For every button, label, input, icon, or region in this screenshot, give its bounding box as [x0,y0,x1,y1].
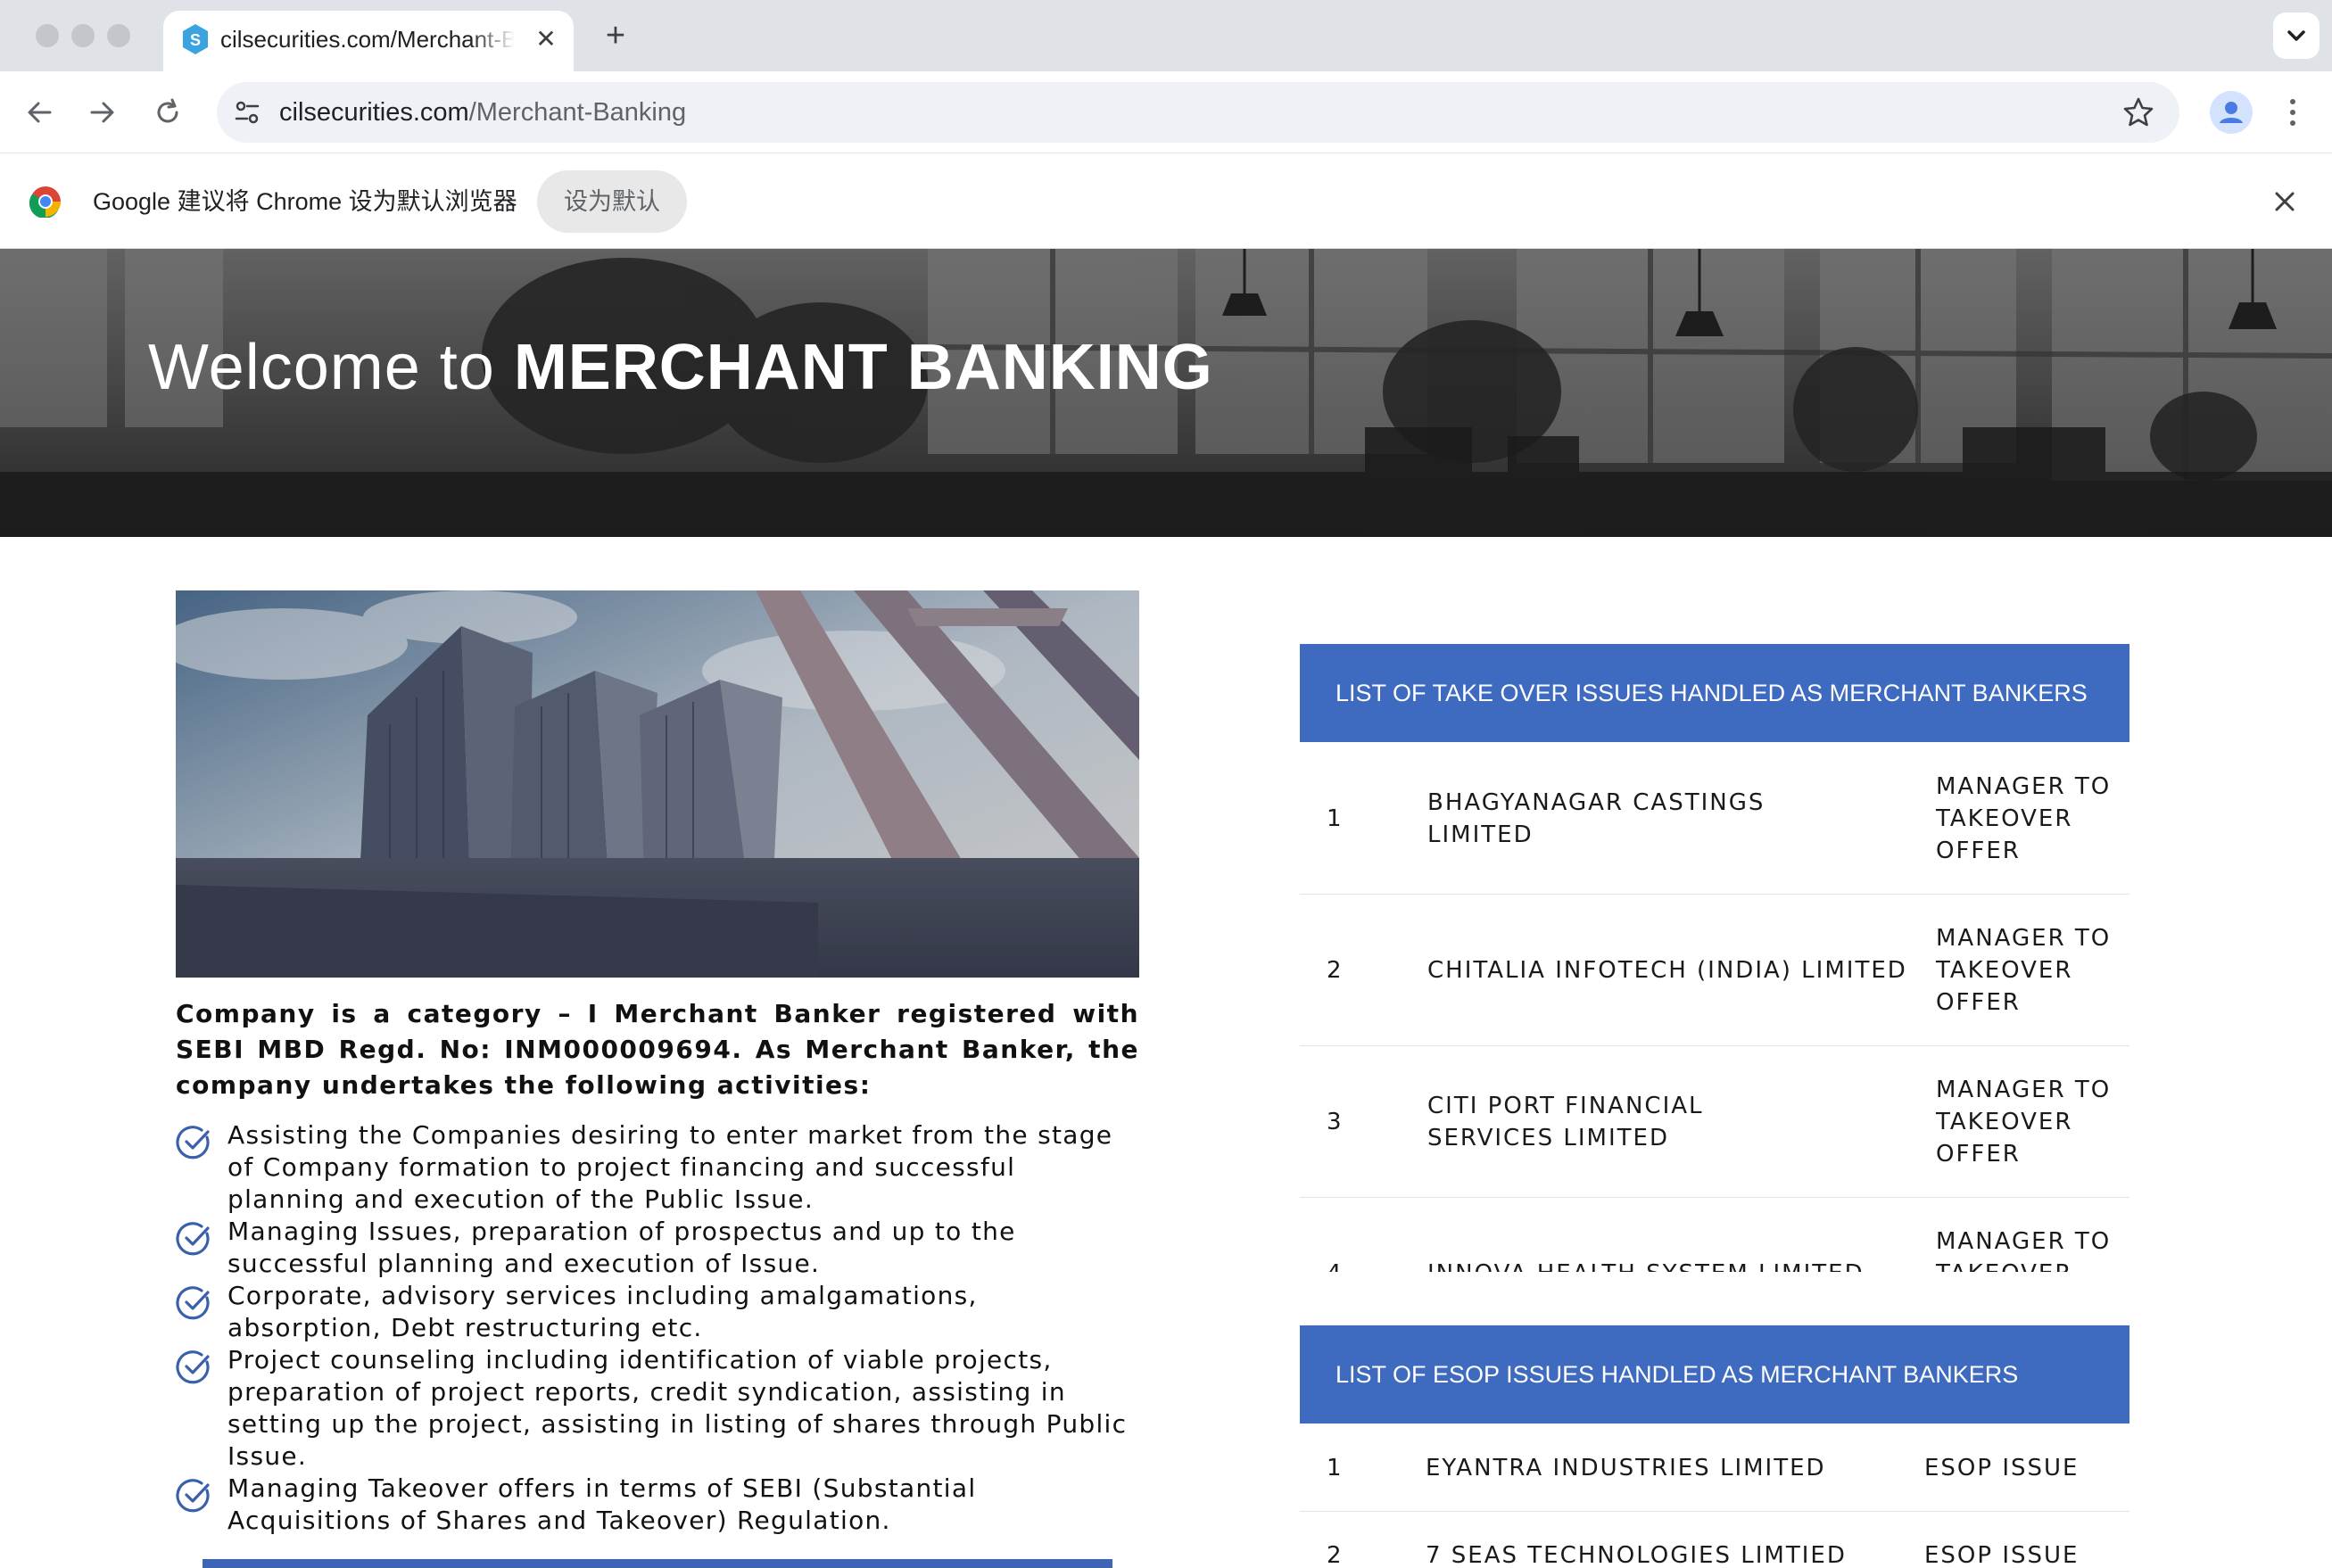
table-row: 2 CHITALIA INFOTECH (INDIA) LIMITED MANA… [1300,895,2129,1046]
infobar-message: Google 建议将 Chrome 设为默认浏览器 [93,188,517,215]
issue-type: MANAGER TO TAKEOVER OFFER [1936,1077,2112,1168]
issue-type: ESOP ISSUE [1924,1542,2080,1568]
table-row: 1 EYANTRA INDUSTRIES LIMITED ESOP ISSUE [1300,1424,2129,1512]
row-number: 1 [1327,1455,1344,1481]
url-path: /Merchant-Banking [468,98,687,127]
url-domain: cilsecurities.com [279,98,469,127]
table-row: 2 7 SEAS TECHNOLOGIES LIMTIED ESOP ISSUE [1300,1512,2129,1568]
site-settings-icon[interactable] [229,95,265,130]
row-number: 1 [1327,805,1344,832]
row-number: 3 [1327,1109,1344,1135]
activities-list: Assisting the Companies desiring to ente… [176,1119,1139,1537]
takeover-heading: LIST OF TAKE OVER ISSUES HANDLED AS MERC… [1300,644,2129,742]
activity-text: Assisting the Companies desiring to ente… [227,1120,1113,1214]
company-name: BHAGYANAGAR CASTINGS LIMITED [1427,789,1766,848]
svg-text:S: S [190,31,201,49]
hero-banner: Welcome to MERCHANT BANKING [0,249,2332,537]
site-favicon-icon: S [183,24,208,54]
more-menu-icon[interactable] [2279,91,2306,134]
intro-paragraph: Company is a category – I Merchant Banke… [176,999,1139,1100]
issue-type: ESOP ISSUE [1924,1455,2080,1481]
activity-text: Corporate, advisory services including a… [227,1281,978,1342]
window-close-dot[interactable] [36,24,59,47]
back-arrow-icon[interactable] [20,93,59,132]
address-bar[interactable]: cilsecurities.com/Merchant-Banking [217,82,2179,143]
hero-title: Welcome to MERCHANT BANKING [148,331,1213,404]
window-zoom-dot[interactable] [107,24,130,47]
check-circle-icon [176,1126,210,1159]
issue-type: MANAGER TO TAKEOVER OFFER [1936,773,2112,864]
company-name: 7 SEAS TECHNOLOGIES LIMTIED [1426,1542,1847,1568]
chrome-logo-icon [29,186,61,218]
row-number: 2 [1327,1542,1344,1568]
list-item: Project counseling including identificat… [176,1344,1139,1473]
bookmark-star-icon[interactable] [2121,95,2156,130]
section-bottom-bar [203,1559,1112,1568]
hero-heading: MERCHANT BANKING [513,332,1213,403]
takeover-table[interactable]: 1 BHAGYANAGAR CASTINGS LIMITED MANAGER T… [1300,743,2129,1272]
company-name: EYANTRA INDUSTRIES LIMITED [1426,1455,1826,1481]
activity-text: Managing Issues, preparation of prospect… [227,1217,1016,1278]
tab-strip: S cilsecurities.com/Merchant-Banking ✕ + [0,0,2332,71]
list-item: Corporate, advisory services including a… [176,1280,1139,1344]
list-item: Assisting the Companies desiring to ente… [176,1119,1139,1216]
profile-icon[interactable] [2210,91,2253,134]
active-tab[interactable]: S cilsecurities.com/Merchant-Banking ✕ [163,11,574,71]
list-item: Managing Issues, preparation of prospect… [176,1216,1139,1280]
buildings-image [176,590,1139,978]
check-circle-icon [176,1222,210,1256]
chevron-down-icon [2287,30,2305,41]
table-row: 3 CITI PORT FINANCIAL SERVICES LIMITED M… [1300,1046,2129,1198]
row-number: 2 [1327,957,1344,984]
tab-title: cilsecurities.com/Merchant-Banking [220,26,515,53]
table-row: 1 BHAGYANAGAR CASTINGS LIMITED MANAGER T… [1300,743,2129,895]
company-name: INNOVA HEALTH SYSTEM LIMITED [1427,1198,1927,1272]
set-default-button[interactable]: 设为默认 [537,170,687,233]
check-circle-icon [176,1479,210,1513]
window-minimize-dot[interactable] [71,24,95,47]
esop-heading: LIST OF ESOP ISSUES HANDLED AS MERCHANT … [1300,1325,2129,1424]
default-browser-infobar: Google 建议将 Chrome 设为默认浏览器 设为默认 [0,154,2332,249]
check-circle-icon [176,1350,210,1384]
issue-type: MANAGER TO TAKEOVER OFFER [1936,925,2112,1016]
browser-toolbar: cilsecurities.com/Merchant-Banking [0,71,2332,153]
new-tab-icon[interactable]: + [598,18,633,54]
tab-search-button[interactable] [2273,12,2320,59]
row-number: 4 [1327,1198,1344,1272]
issue-type: MANAGER TO TAKEOVER OFFER [1936,1228,2112,1272]
hero-welcome: Welcome to [148,332,514,403]
company-name: CITI PORT FINANCIAL SERVICES LIMITED [1427,1093,1704,1151]
reload-icon[interactable] [148,93,187,132]
url-text[interactable]: cilsecurities.com/Merchant-Banking [279,82,686,143]
check-circle-icon [176,1286,210,1320]
forward-arrow-icon[interactable] [83,93,122,132]
list-item: Managing Takeover offers in terms of SEB… [176,1473,1139,1537]
close-icon[interactable] [2270,186,2300,217]
table-row: 4 INNOVA HEALTH SYSTEM LIMITED MANAGER T… [1300,1198,2129,1272]
buildings-photo [176,590,1139,978]
tab-close-icon[interactable]: ✕ [532,25,560,54]
company-name: CHITALIA INFOTECH (INDIA) LIMITED [1427,957,1907,984]
activity-text: Project counseling including identificat… [227,1345,1128,1471]
esop-table: 1 EYANTRA INDUSTRIES LIMITED ESOP ISSUE … [1300,1424,2129,1568]
activity-text: Managing Takeover offers in terms of SEB… [227,1473,977,1535]
avatar [2220,102,2243,123]
